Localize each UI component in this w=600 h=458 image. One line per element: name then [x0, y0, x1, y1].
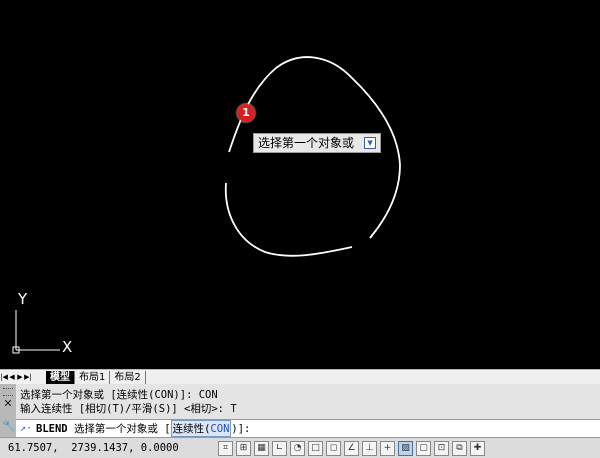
object-snap-tracking-icon[interactable]: ∠ [344, 440, 359, 456]
ortho-mode-icon[interactable]: ∟ [272, 440, 287, 456]
command-prompt-text: 选择第一个对象或 [73, 423, 158, 435]
dynamic-ucs-icon[interactable]: ⊥ [362, 440, 377, 456]
command-history: 选择第一个对象或 [连续性(CON)]: CON 输入连续性 [相切(T)/平滑(… [20, 388, 237, 416]
curve-drawing [12, 56, 401, 354]
ucs-x-axis-label: X [62, 338, 73, 356]
snap-mode-icon[interactable]: ⊞ [236, 440, 251, 456]
tab-model[interactable]: 模型 [46, 370, 75, 384]
history-line: 选择第一个对象或 [连续性(CON)]: CON [20, 389, 218, 401]
command-name: BLEND [36, 422, 68, 435]
curve-arc-lower [224, 182, 353, 257]
option-continuity-label: 连续性( [172, 423, 211, 435]
lineweight-icon[interactable]: ▨ [398, 440, 413, 456]
layout-tab-bar: |◀ ◀ ▶ ▶| 模型 布局1 布局2 [0, 369, 600, 384]
infer-constraints-icon[interactable]: ⌗ [218, 440, 233, 456]
command-window: ✕ 🔧 选择第一个对象或 [连续性(CON)]: CON 输入连续性 [相切(T)… [0, 384, 600, 437]
drag-grip-icon[interactable] [3, 388, 13, 396]
step-number-badge: 1 [237, 104, 255, 122]
command-prompt-icon: ↗· [19, 423, 33, 434]
tooltip-options-dropdown-icon[interactable]: ▼ [364, 137, 377, 149]
annotation-monitor-icon[interactable]: ✚ [470, 440, 485, 456]
polar-tracking-icon[interactable]: ◔ [290, 440, 305, 456]
next-tab-icon[interactable]: ▶ [16, 372, 24, 382]
command-window-sidebar: ✕ 🔧 [0, 384, 16, 437]
ucs-icon [12, 310, 60, 354]
object-snap-icon[interactable]: □ [308, 440, 323, 456]
tab-layout1[interactable]: 布局1 [75, 370, 111, 384]
status-bar: 61.7507, 2739.1437, 0.0000 ⌗ ⊞ ▦ ∟ ◔ □ ◻ ∠ ⊥ + ▨ ▢ ⊡… [0, 437, 600, 458]
3d-object-snap-icon[interactable]: ◻ [326, 440, 341, 456]
dynamic-input-tooltip: 选择第一个对象或 ▼ [253, 133, 382, 153]
selection-cycling-icon[interactable]: ⧉ [452, 440, 467, 456]
drawing-canvas[interactable]: 1 选择第一个对象或 ▼ Y X [0, 0, 600, 370]
option-continuity-key: CON [210, 423, 230, 435]
quick-properties-icon[interactable]: ⊡ [434, 440, 449, 456]
option-bracket-close: )]: [231, 422, 251, 435]
transparency-icon[interactable]: ▢ [416, 440, 431, 456]
first-tab-icon[interactable]: |◀ [0, 372, 8, 382]
last-tab-icon[interactable]: ▶| [24, 372, 32, 382]
option-continuity[interactable]: 连续性(CON [170, 420, 232, 437]
drafting-toggles: ⌗ ⊞ ▦ ∟ ◔ □ ◻ ∠ ⊥ + ▨ ▢ ⊡ ⧉ ✚ [218, 440, 488, 456]
dynamic-input-icon[interactable]: + [380, 440, 395, 456]
tab-layout2[interactable]: 布局2 [110, 370, 146, 384]
coordinate-readout[interactable]: 61.7507, 2739.1437, 0.0000 [0, 442, 218, 454]
close-icon[interactable]: ✕ [2, 398, 14, 410]
history-line: 输入连续性 [相切(T)/平滑(S)] <相切>: T [20, 403, 237, 415]
grid-display-icon[interactable]: ▦ [254, 440, 269, 456]
tooltip-prompt-text: 选择第一个对象或 [258, 136, 355, 150]
ucs-y-axis-label: Y [18, 290, 28, 308]
command-input-line[interactable]: ↗· BLEND 选择第一个对象或 [ 连续性(CON )]: [16, 419, 600, 437]
prev-tab-icon[interactable]: ◀ [8, 372, 16, 382]
wrench-icon[interactable]: 🔧 [2, 420, 16, 432]
